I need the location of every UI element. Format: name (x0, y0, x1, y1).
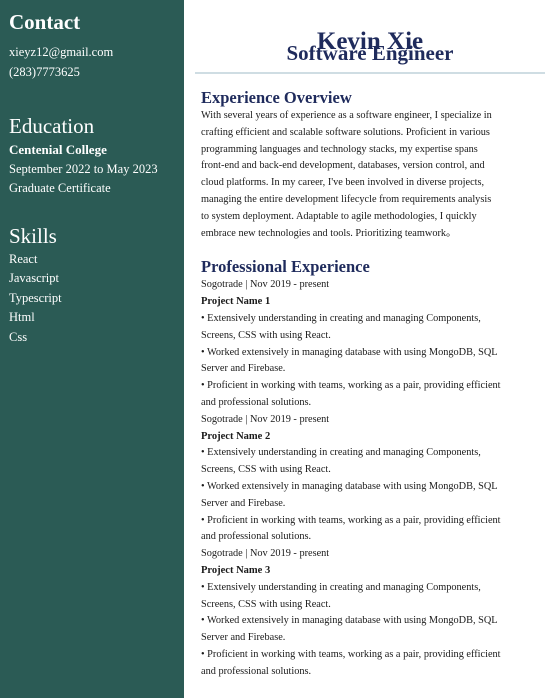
overview-line: front-end and back-end development, data… (201, 160, 485, 172)
header-divider (195, 72, 545, 74)
education-dates: September 2022 to May 2023 (9, 161, 158, 176)
skills-heading: Skills (9, 223, 57, 248)
bullet-line: Screens, CSS with using React. (201, 329, 331, 341)
overview-paragraph: With several years of experience as a so… (201, 108, 541, 242)
bullet-line: Server and Firebase. (201, 363, 286, 375)
resume-content: Experience Overview With several years o… (201, 88, 541, 681)
education-heading: Education (9, 114, 95, 138)
bullet-line: Screens, CSS with using React. (201, 464, 331, 476)
bullet-line: • Worked extensively in managing databas… (201, 346, 498, 358)
bullet-line: Server and Firebase. (201, 497, 286, 509)
bullet-line: • Worked extensively in managing databas… (201, 480, 498, 492)
experience-section: Professional Experience Sogotrade | Nov … (201, 257, 541, 680)
overview-line: cloud platforms. In my career, I've been… (201, 177, 485, 189)
bullet-line: and professional solutions. (201, 396, 312, 408)
school-name: Centenial College (9, 142, 107, 157)
overview-line: crafting efficient and scalable software… (201, 126, 490, 138)
overview-line: managing the entire development lifecycl… (201, 193, 492, 205)
bullet-line: • Extensively understanding in creating … (201, 312, 481, 324)
job-entry: Sogotrade | Nov 2019 - present Project N… (201, 412, 541, 546)
company-line: Sogotrade | Nov 2019 - present (201, 548, 330, 560)
sidebar: Contact xieyz12@gmail.com (283)7773625 E… (0, 0, 184, 698)
company-line: Sogotrade | Nov 2019 - present (201, 279, 330, 291)
bullet-line: • Extensively understanding in creating … (201, 581, 481, 593)
project-name: Project Name 2 (201, 430, 271, 442)
skills-section: Skills React Javascript Typescript Html … (9, 224, 184, 348)
overview-heading: Experience Overview (201, 88, 352, 107)
education-credential: Graduate Certificate (9, 181, 111, 195)
contact-heading: Contact (9, 10, 81, 34)
skill-item: Html (9, 310, 35, 324)
skill-item: React (9, 251, 38, 266)
email-text: xieyz12@gmail.com (9, 45, 114, 59)
job-entry: Sogotrade | Nov 2019 - present Project N… (201, 546, 541, 680)
bullet-line: • Proficient in working with teams, work… (201, 514, 501, 526)
overview-section: Experience Overview With several years o… (201, 88, 541, 242)
experience-heading: Professional Experience (201, 257, 370, 277)
job-entry: Sogotrade | Nov 2019 - present Project N… (201, 277, 541, 411)
project-name: Project Name 3 (201, 564, 271, 576)
bullet-line: • Proficient in working with teams, work… (201, 380, 501, 392)
overview-line: programming languages and technology sta… (201, 143, 478, 155)
bullet-line: and professional solutions. (201, 665, 312, 677)
skill-item: Typescript (9, 290, 62, 305)
job-title: Software Engineer (286, 41, 454, 65)
project-name: Project Name 1 (201, 296, 271, 308)
skill-item: Javascript (9, 271, 59, 285)
company-line: Sogotrade | Nov 2019 - present (201, 413, 330, 425)
bullet-line: Server and Firebase. (201, 632, 286, 644)
bullet-line: and professional solutions. (201, 531, 312, 543)
overview-line: to system deployment. Adaptable to agile… (201, 210, 477, 222)
resume-main: Kevin Xie Software Engineer Experience O… (184, 0, 560, 698)
skills-list: React Javascript Typescript Html Css (9, 250, 184, 348)
education-section: Education Centenial College September 20… (9, 114, 184, 199)
bullet-line: Screens, CSS with using React. (201, 598, 331, 610)
skill-item: Css (9, 329, 28, 344)
contact-section: Contact xieyz12@gmail.com (283)7773625 (9, 10, 184, 82)
bullet-line: • Proficient in working with teams, work… (201, 648, 501, 660)
overview-line: embrace new technologies and tools. Prio… (201, 227, 457, 239)
bullet-line: • Worked extensively in managing databas… (201, 615, 498, 627)
bullet-line: • Extensively understanding in creating … (201, 447, 481, 459)
phone-text: (283)7773625 (9, 64, 80, 79)
overview-line: With several years of experience as a so… (201, 110, 492, 121)
